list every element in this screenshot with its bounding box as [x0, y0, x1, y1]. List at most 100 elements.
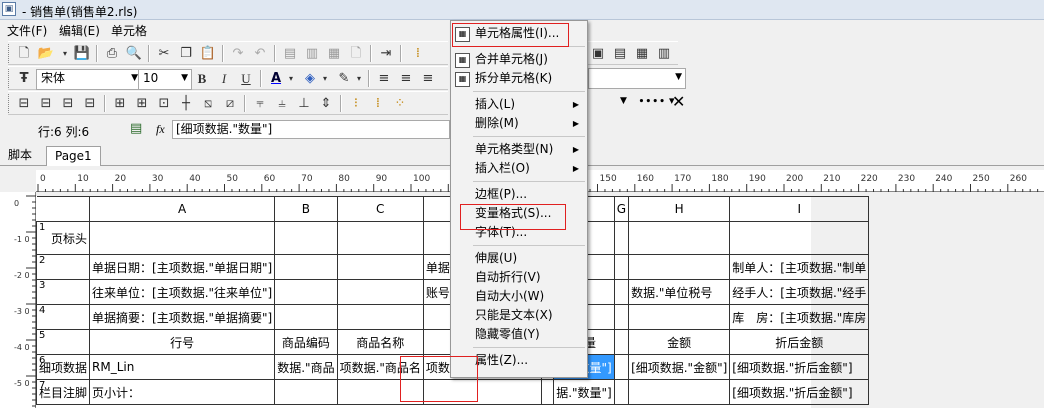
page-icon[interactable]: 🗋 [346, 44, 366, 63]
context-menu-item[interactable]: ▦ 拆分单元格(K) [451, 69, 587, 88]
italic-button[interactable]: I [214, 69, 234, 88]
grid-cell[interactable]: 数据."商品 [274, 354, 338, 380]
row-label[interactable]: 3 [35, 279, 91, 305]
grid-cell[interactable] [628, 304, 731, 330]
underline-button[interactable]: U [236, 69, 256, 88]
new-icon[interactable]: 🗋 [14, 44, 34, 63]
copy-icon[interactable]: ❐ [176, 44, 196, 63]
grid-cell[interactable]: 行号 [89, 329, 276, 355]
grid-cell[interactable] [540, 379, 555, 405]
align-right-icon[interactable]: ≡ [418, 69, 438, 88]
row-label[interactable]: 6 细项数据 [35, 354, 91, 380]
align-left-icon[interactable]: ≡ [374, 69, 394, 88]
grid-cell[interactable] [613, 254, 630, 280]
grid-cell[interactable] [274, 279, 338, 305]
format-icon-2[interactable]: ▤ [610, 44, 630, 63]
menu-file[interactable]: 文件(F) [4, 22, 50, 39]
border-color-dropdown-icon[interactable]: ▾ [354, 69, 364, 88]
grid-cell[interactable]: 往来单位：[主项数据."往来单位"] [89, 279, 276, 305]
exit-icon[interactable]: ⇥ [376, 44, 396, 63]
format-icon-1[interactable]: ▣ [588, 44, 608, 63]
delete-icon[interactable]: ▦ [324, 44, 344, 63]
column-header[interactable]: I [729, 196, 870, 222]
insert-row-icon[interactable]: ▤ [280, 44, 300, 63]
formula-input[interactable]: [细项数据."数量"] [172, 120, 450, 139]
format-icon-4[interactable]: ▥ [654, 44, 674, 63]
grid-cell[interactable]: 单据日期：[主项数据."单据日期"] [89, 254, 276, 280]
context-menu-item[interactable]: 边框(P)... [451, 185, 587, 204]
bold-button[interactable]: B [192, 69, 212, 88]
grid-cell[interactable]: [细项数据."折后金额"] [729, 379, 870, 405]
grid-cell[interactable] [613, 221, 630, 255]
border-none-icon[interactable]: ⊟ [14, 94, 34, 113]
context-menu-item[interactable]: 伸展(U) [451, 249, 587, 268]
field-list-icon[interactable]: ▤ [130, 121, 142, 136]
context-menu-item[interactable]: 自动大小(W) [451, 287, 587, 306]
tab-page1[interactable]: Page1 [46, 146, 101, 166]
row-label[interactable]: 5 [35, 329, 91, 355]
save-icon[interactable]: 💾 [72, 44, 92, 63]
print-preview-icon[interactable]: 🔍 [124, 44, 144, 63]
insert-col-icon[interactable]: ▥ [302, 44, 322, 63]
font-name-select[interactable]: 宋体 ▼ [36, 69, 142, 90]
grid-cell[interactable] [336, 304, 424, 330]
menu-edit[interactable]: 编辑(E) [56, 22, 103, 39]
grid-cell[interactable] [613, 279, 630, 305]
border-color-icon[interactable]: ✎ [334, 69, 354, 88]
grid-cell[interactable] [729, 221, 870, 255]
grid-cell[interactable] [336, 221, 424, 255]
grid-cell[interactable]: 金额 [628, 329, 731, 355]
field-icon-1[interactable]: ⁝ [346, 94, 366, 113]
border-cross-icon[interactable]: ┼ [176, 94, 196, 113]
print-icon[interactable]: ⎙ [102, 44, 122, 63]
grid-cell[interactable] [336, 254, 424, 280]
grid-cell[interactable] [628, 379, 731, 405]
diagonal-down-icon[interactable]: ⧅ [198, 94, 218, 113]
tab-script[interactable]: 脚本 [0, 146, 40, 166]
grid-cell[interactable] [274, 254, 338, 280]
grid-cell[interactable]: 折后金额 [729, 329, 870, 355]
grid-cell[interactable] [613, 304, 630, 330]
grid-cell[interactable]: 商品编码 [274, 329, 338, 355]
context-menu-item[interactable]: 单元格类型(N) ▶ [451, 140, 587, 159]
undo-icon[interactable]: ↶ [250, 44, 270, 63]
align-bottom-icon[interactable]: ⊥ [294, 94, 314, 113]
cut-icon[interactable]: ✂ [154, 44, 174, 63]
border-inner-icon[interactable]: ⊞ [110, 94, 130, 113]
grid-cell[interactable]: [细项数据."金额"] [628, 354, 731, 380]
redo-icon[interactable]: ↷ [228, 44, 248, 63]
grid-cell[interactable]: 库 房：[主项数据."库房 [729, 304, 870, 330]
grid-cell[interactable]: 单据摘要：[主项数据."单据摘要"] [89, 304, 276, 330]
field-icon-2[interactable]: ⁞ [368, 94, 388, 113]
field-icon-3[interactable]: ⁘ [390, 94, 410, 113]
diagonal-up-icon[interactable]: ⧄ [220, 94, 240, 113]
grid-cell[interactable] [628, 254, 731, 280]
grid-cell[interactable] [89, 221, 276, 255]
line-spacing-icon[interactable]: ⇕ [316, 94, 336, 113]
grid-cell[interactable]: 经手人：[主项数据."经手 [729, 279, 870, 305]
align-center-icon[interactable]: ≡ [396, 69, 416, 88]
fill-color-icon[interactable]: ◈ [300, 69, 320, 88]
context-menu-item[interactable]: 插入栏(O) ▶ [451, 159, 587, 178]
border-outer-icon[interactable]: ⊡ [154, 94, 174, 113]
context-menu-item[interactable]: ▦ 合并单元格(J) [451, 50, 587, 69]
column-header[interactable]: B [274, 196, 338, 222]
grid-cell[interactable] [274, 379, 338, 405]
border-top-icon[interactable]: ⊟ [58, 94, 78, 113]
grid-cell[interactable]: 商品名称 [336, 329, 424, 355]
border-bottom-icon[interactable]: ⊟ [80, 94, 100, 113]
border-all-icon[interactable]: ⊞ [132, 94, 152, 113]
row-label[interactable]: 7 栏目注脚 [35, 379, 91, 405]
grid-cell[interactable]: [细项数据."折后金额"] [729, 354, 870, 380]
fill-color-dropdown-icon[interactable]: ▾ [320, 69, 330, 88]
context-menu-item[interactable]: 隐藏零值(Y) [451, 325, 587, 344]
grid-cell[interactable] [274, 221, 338, 255]
border-left-icon[interactable]: ⊟ [36, 94, 56, 113]
grid-cell[interactable]: 制单人：[主项数据."制单 [729, 254, 870, 280]
grid-cell[interactable] [336, 279, 424, 305]
grid-cell[interactable] [628, 221, 731, 255]
grid-cell[interactable] [613, 354, 630, 380]
column-header[interactable]: A [89, 196, 276, 222]
line-width-select[interactable]: ∙∙∙∙ ▾ [638, 94, 675, 107]
context-menu-item[interactable]: 自动折行(V) [451, 268, 587, 287]
